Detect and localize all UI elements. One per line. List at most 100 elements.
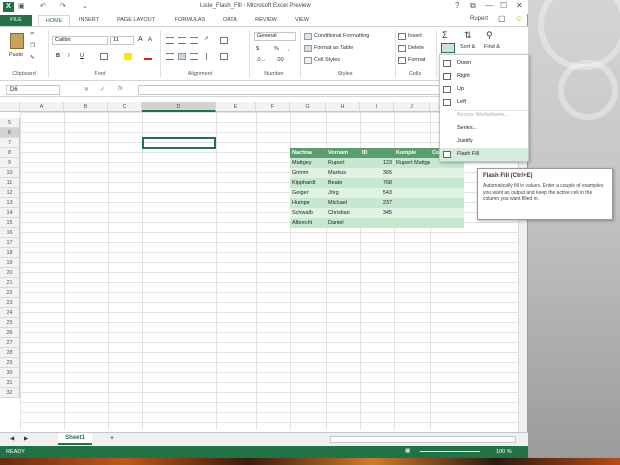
borders-icon[interactable]: [100, 53, 108, 60]
align-bottom-icon[interactable]: [190, 37, 198, 44]
delete-cells-button[interactable]: Delete: [408, 45, 424, 51]
table-cell[interactable]: [430, 178, 464, 188]
fill-color-icon[interactable]: [124, 53, 132, 60]
table-cell[interactable]: 365: [360, 168, 394, 178]
table-cell[interactable]: Kipphardt: [290, 178, 326, 188]
table-cell[interactable]: [430, 208, 464, 218]
row-header[interactable]: 9: [0, 158, 20, 168]
autosum-button[interactable]: Σ: [442, 30, 448, 40]
table-cell[interactable]: [394, 188, 430, 198]
format-cells-button[interactable]: Format: [408, 57, 425, 63]
table-cell[interactable]: Beate: [326, 178, 360, 188]
row-header[interactable]: 28: [0, 348, 20, 358]
table-header-cell[interactable]: Nachna: [290, 148, 326, 158]
column-header[interactable]: J: [394, 102, 430, 112]
row-header[interactable]: 29: [0, 358, 20, 368]
format-as-table-button[interactable]: Format as Table: [314, 45, 353, 51]
row-header[interactable]: 27: [0, 338, 20, 348]
table-cell[interactable]: [430, 218, 464, 228]
font-color-icon[interactable]: [144, 53, 152, 60]
select-all-corner[interactable]: [0, 102, 20, 112]
save-icon[interactable]: ▣: [18, 2, 25, 10]
close-button[interactable]: ✕: [516, 1, 523, 10]
smiley-icon[interactable]: ☺: [515, 14, 523, 23]
row-header[interactable]: 24: [0, 308, 20, 318]
percent-style-button[interactable]: %: [274, 46, 279, 52]
table-cell[interactable]: 237: [360, 198, 394, 208]
table-cell[interactable]: Humpe: [290, 198, 326, 208]
undo-icon[interactable]: ↶: [40, 2, 46, 10]
column-header-selected[interactable]: D: [142, 102, 216, 112]
align-center-icon[interactable]: [178, 53, 186, 60]
table-cell[interactable]: [394, 208, 430, 218]
table-cell[interactable]: Daniel: [326, 218, 360, 228]
table-cell[interactable]: Rupert Mattgey: [394, 158, 434, 168]
comma-style-button[interactable]: ,: [288, 46, 290, 52]
shrink-font-button[interactable]: A: [148, 37, 152, 43]
row-header[interactable]: 12: [0, 188, 20, 198]
menu-item-justify[interactable]: Justify: [440, 135, 528, 148]
table-cell[interactable]: Schwalb: [290, 208, 326, 218]
row-header[interactable]: 19: [0, 258, 20, 268]
table-cell[interactable]: 543: [360, 188, 394, 198]
paste-button[interactable]: Paste: [9, 52, 23, 58]
enter-icon[interactable]: ✓: [100, 86, 105, 93]
tab-data[interactable]: DATA: [216, 15, 244, 26]
column-header[interactable]: C: [108, 102, 142, 112]
ribbon-display-button[interactable]: ⧉: [470, 1, 476, 11]
grow-font-button[interactable]: A: [138, 36, 143, 43]
row-header[interactable]: 10: [0, 168, 20, 178]
prev-sheet-icon[interactable]: ◀: [10, 436, 14, 442]
font-size-combo[interactable]: 11: [110, 36, 134, 45]
table-cell[interactable]: Rupert: [326, 158, 360, 168]
tab-file[interactable]: FILE: [0, 15, 32, 26]
tab-insert[interactable]: INSERT: [74, 15, 104, 26]
number-format-combo[interactable]: General: [254, 32, 296, 41]
decrease-decimal-icon[interactable]: .00: [276, 57, 284, 63]
paste-icon[interactable]: [10, 33, 24, 49]
table-cell[interactable]: Grimm: [290, 168, 326, 178]
table-cell[interactable]: Albrecht: [290, 218, 326, 228]
row-header[interactable]: 32: [0, 388, 20, 398]
conditional-formatting-button[interactable]: Conditional Formatting: [314, 33, 369, 39]
cell-styles-button[interactable]: Cell Styles: [314, 57, 340, 63]
cut-icon[interactable]: ✂: [30, 31, 35, 37]
table-cell[interactable]: Geiger: [290, 188, 326, 198]
find-select-icon[interactable]: ⚲: [486, 30, 493, 41]
table-cell[interactable]: Jörg: [326, 188, 360, 198]
table-cell[interactable]: [430, 168, 464, 178]
table-cell[interactable]: [394, 218, 430, 228]
sheet-tab-sheet1[interactable]: Sheet1: [58, 433, 92, 445]
column-header[interactable]: E: [216, 102, 256, 112]
table-cell[interactable]: [360, 218, 394, 228]
active-cell[interactable]: [142, 137, 216, 149]
row-header[interactable]: 17: [0, 238, 20, 248]
name-box[interactable]: D6: [6, 85, 60, 95]
decrease-indent-icon[interactable]: [206, 53, 214, 60]
align-left-icon[interactable]: [166, 53, 174, 60]
bold-button[interactable]: B: [56, 53, 60, 59]
row-header[interactable]: 8: [0, 148, 20, 158]
next-sheet-icon[interactable]: ▶: [24, 436, 28, 442]
column-header[interactable]: H: [326, 102, 360, 112]
row-header[interactable]: 30: [0, 368, 20, 378]
row-header[interactable]: 23: [0, 298, 20, 308]
table-cell[interactable]: Mattgey: [290, 158, 326, 168]
table-cell[interactable]: [430, 198, 464, 208]
row-header[interactable]: 6: [0, 128, 20, 138]
menu-item-right[interactable]: Right: [440, 70, 528, 83]
row-header[interactable]: 31: [0, 378, 20, 388]
column-header[interactable]: B: [64, 102, 108, 112]
horizontal-scrollbar[interactable]: [330, 436, 516, 443]
cancel-icon[interactable]: ✕: [84, 86, 89, 93]
table-cell[interactable]: [430, 188, 464, 198]
minimize-button[interactable]: —: [485, 1, 493, 10]
new-sheet-button[interactable]: +: [110, 435, 114, 442]
user-avatar[interactable]: ▢: [498, 14, 506, 23]
font-name-combo[interactable]: Calibri: [52, 36, 108, 45]
format-painter-icon[interactable]: ✎: [30, 55, 35, 61]
row-header[interactable]: 13: [0, 198, 20, 208]
sort-filter-icon[interactable]: ⇅: [464, 30, 472, 41]
italic-button[interactable]: I: [68, 53, 70, 59]
table-cell[interactable]: 768: [360, 178, 394, 188]
